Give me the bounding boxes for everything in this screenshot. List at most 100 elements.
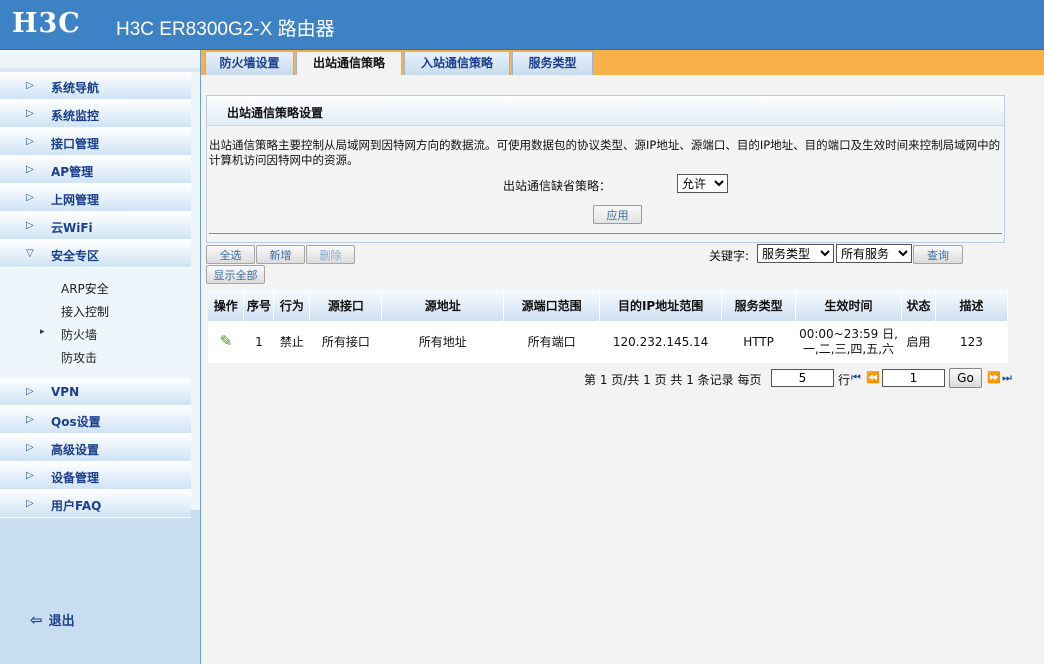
show-all-button[interactable]: 显示全部 [206, 265, 265, 284]
cell-time: 00:00~23:59 日, 一,二,三,四,五,六 [795, 321, 902, 363]
sidebar-item-vpn[interactable]: ▷ VPN [0, 378, 191, 406]
sidebar-item-qos[interactable]: ▷ Qos设置 [0, 406, 191, 434]
column-header: 源接口 [309, 290, 383, 321]
sidebar-item-advanced[interactable]: ▷ 高级设置 [0, 434, 191, 462]
column-header: 源地址 [381, 290, 505, 321]
table-header-row: 操作 序号 行为 源接口 源地址 源端口范围 目的IP地址范围 服务类型 生效时… [208, 290, 1009, 321]
logout-icon: ⇦ [30, 611, 43, 629]
tab-service-type[interactable]: 服务类型 [512, 51, 593, 75]
sidebar-item-label: 安全专区 [51, 249, 100, 263]
sidebar-subitem-label: ARP安全 [61, 282, 109, 296]
sidebar-subitem-firewall[interactable]: ▸ 防火墙 [0, 322, 191, 345]
sidebar-subitem-label: 防火墙 [61, 328, 98, 342]
sidebar-item-internet[interactable]: ▷ 上网管理 [0, 184, 191, 212]
sidebar-subitem-label: 接入控制 [61, 305, 110, 319]
edit-pencil-icon[interactable]: ✎ [220, 332, 233, 350]
first-page-icon[interactable]: ⏮ [851, 371, 861, 385]
cell-src-interface: 所有接口 [309, 321, 382, 363]
prev-page-icon[interactable]: ⏪ [866, 371, 880, 384]
chevron-down-icon: ▽ [26, 248, 34, 259]
panel-title: 出站通信策略设置 [227, 106, 324, 120]
sidebar-item-label: 上网管理 [51, 193, 100, 207]
policy-table: 操作 序号 行为 源接口 源地址 源端口范围 目的IP地址范围 服务类型 生效时… [208, 290, 1009, 363]
chevron-right-icon: ▷ [26, 386, 34, 397]
column-header: 描述 [935, 290, 1009, 321]
sidebar-item-interface[interactable]: ▷ 接口管理 [0, 128, 191, 156]
sidebar-item-label: 用户FAQ [51, 499, 102, 513]
sidebar-item-faq[interactable]: ▷ 用户FAQ [0, 490, 191, 518]
go-button[interactable]: Go [949, 368, 982, 388]
sidebar-item-label: VPN [51, 385, 80, 399]
sidebar-item-security[interactable]: ▽ 安全专区 [0, 240, 191, 268]
column-header: 状态 [901, 290, 936, 321]
sidebar-item-label: 接口管理 [51, 137, 100, 151]
cell-index: 1 [243, 321, 274, 363]
cell-action: 禁止 [273, 321, 310, 363]
keyword-value-select[interactable]: 所有服务 [836, 244, 912, 263]
next-page-icon[interactable]: ⏩ [987, 371, 1001, 384]
chevron-right-icon: ▷ [26, 164, 34, 175]
delete-button[interactable]: 删除 [306, 245, 355, 264]
cell-status: 启用 [901, 321, 936, 363]
sidebar-item-label: 设备管理 [51, 471, 100, 485]
table-row: ✎ 1 禁止 所有接口 所有地址 所有端口 120.232.145.14 HTT… [208, 321, 1008, 363]
page-title: H3C ER8300G2-X 路由器 [116, 19, 335, 40]
chevron-right-icon: ▷ [26, 414, 34, 425]
time-line: 一,二,三,四,五,六 [802, 342, 895, 356]
sidebar-subitem-access-control[interactable]: 接入控制 [0, 299, 191, 322]
sidebar-subitem-arp[interactable]: ARP安全 [0, 276, 191, 299]
tab-firewall-settings[interactable]: 防火墙设置 [205, 51, 294, 75]
sidebar: ▷ 系统导航 ▷ 系统监控 ▷ 接口管理 ▷ AP管理 ▷ 上网管理 ▷ 云Wi… [0, 50, 201, 664]
column-header: 序号 [243, 290, 275, 321]
sidebar-item-label: AP管理 [51, 165, 94, 179]
divider [209, 233, 1002, 234]
cell-src-port: 所有端口 [503, 321, 600, 363]
per-page-input[interactable] [771, 369, 834, 387]
default-policy-label: 出站通信缺省策略： [503, 179, 612, 193]
last-page-icon[interactable]: ⏭ [1002, 371, 1012, 385]
chevron-right-icon: ▷ [26, 498, 34, 509]
column-header: 源端口范围 [503, 290, 601, 321]
logout-button[interactable]: ⇦ 退出 [30, 610, 75, 629]
sidebar-menu: ▷ 系统导航 ▷ 系统监控 ▷ 接口管理 ▷ AP管理 ▷ 上网管理 ▷ 云Wi… [0, 72, 191, 518]
settings-panel: 出站通信策略设置 出站通信策略主要控制从局域网到因特网方向的数据流。可使用数据包… [206, 95, 1005, 243]
sidebar-item-cloud-wifi[interactable]: ▷ 云WiFi [0, 212, 191, 240]
sidebar-subitem-anti-attack[interactable]: 防攻击 [0, 345, 191, 368]
chevron-right-icon: ▷ [26, 136, 34, 147]
sidebar-subitem-label: 防攻击 [61, 351, 98, 365]
keyword-label: 关键字: [709, 249, 750, 263]
selected-arrow-icon: ▸ [40, 327, 45, 337]
tab-outbound-policy[interactable]: 出站通信策略 [296, 51, 402, 75]
sidebar-item-system-monitor[interactable]: ▷ 系统监控 [0, 100, 191, 128]
sidebar-item-label: 云WiFi [51, 221, 93, 235]
sidebar-item-ap[interactable]: ▷ AP管理 [0, 156, 191, 184]
column-header: 生效时间 [795, 290, 903, 321]
select-all-button[interactable]: 全选 [206, 245, 255, 264]
row-unit-label: 行 [838, 373, 851, 387]
tab-inbound-policy[interactable]: 入站通信策略 [404, 51, 510, 75]
column-header: 服务类型 [721, 290, 797, 321]
cell-dst-ip: 120.232.145.14 [599, 321, 722, 363]
cell-description: 123 [935, 321, 1008, 363]
default-policy-select[interactable]: 允许 [677, 174, 728, 193]
add-button[interactable]: 新增 [256, 245, 305, 264]
column-header: 目的IP地址范围 [599, 290, 723, 321]
cell-src-address: 所有地址 [381, 321, 504, 363]
sidebar-item-label: Qos设置 [51, 415, 101, 429]
apply-button[interactable]: 应用 [593, 205, 642, 224]
header-bar: H3C H3C ER8300G2-X 路由器 [0, 0, 1044, 50]
panel-header: 出站通信策略设置 [207, 96, 1004, 126]
panel-description: 出站通信策略主要控制从局域网到因特网方向的数据流。可使用数据包的协议类型、源IP… [209, 138, 1001, 167]
cell-service: HTTP [721, 321, 796, 363]
keyword-field-select[interactable]: 服务类型 [757, 244, 834, 263]
sidebar-item-system-nav[interactable]: ▷ 系统导航 [0, 72, 191, 100]
sidebar-item-device[interactable]: ▷ 设备管理 [0, 462, 191, 490]
column-header: 行为 [273, 290, 311, 321]
chevron-right-icon: ▷ [26, 442, 34, 453]
time-line: 00:00~23:59 日, [799, 327, 898, 341]
chevron-right-icon: ▷ [26, 220, 34, 231]
search-button[interactable]: 查询 [913, 245, 963, 264]
sidebar-bottom-area [0, 510, 200, 664]
chevron-right-icon: ▷ [26, 470, 34, 481]
page-number-input[interactable] [882, 369, 945, 387]
